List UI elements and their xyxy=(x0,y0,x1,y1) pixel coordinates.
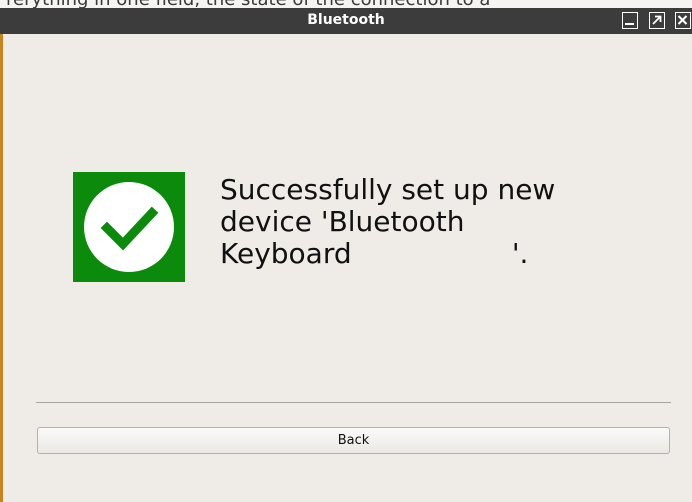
close-button[interactable] xyxy=(675,12,691,29)
dialog-content: Successfully set up new device 'Bluetoot… xyxy=(3,34,692,502)
close-icon xyxy=(677,15,688,25)
maximize-button[interactable] xyxy=(649,12,665,29)
minimize-icon xyxy=(625,23,634,25)
background-window-text: rerything in one field, the state of the… xyxy=(6,0,490,8)
checkmark-icon xyxy=(84,182,174,272)
window-title: Bluetooth xyxy=(307,12,385,28)
maximize-icon xyxy=(652,15,662,25)
separator xyxy=(36,402,671,403)
minimize-button[interactable] xyxy=(622,12,638,29)
background-window-strip: rerything in one field, the state of the… xyxy=(0,0,692,8)
window-titlebar[interactable]: Bluetooth xyxy=(0,8,692,34)
back-button[interactable]: Back xyxy=(37,427,670,454)
success-badge xyxy=(73,172,185,282)
success-message: Successfully set up new device 'Bluetoot… xyxy=(220,173,556,270)
